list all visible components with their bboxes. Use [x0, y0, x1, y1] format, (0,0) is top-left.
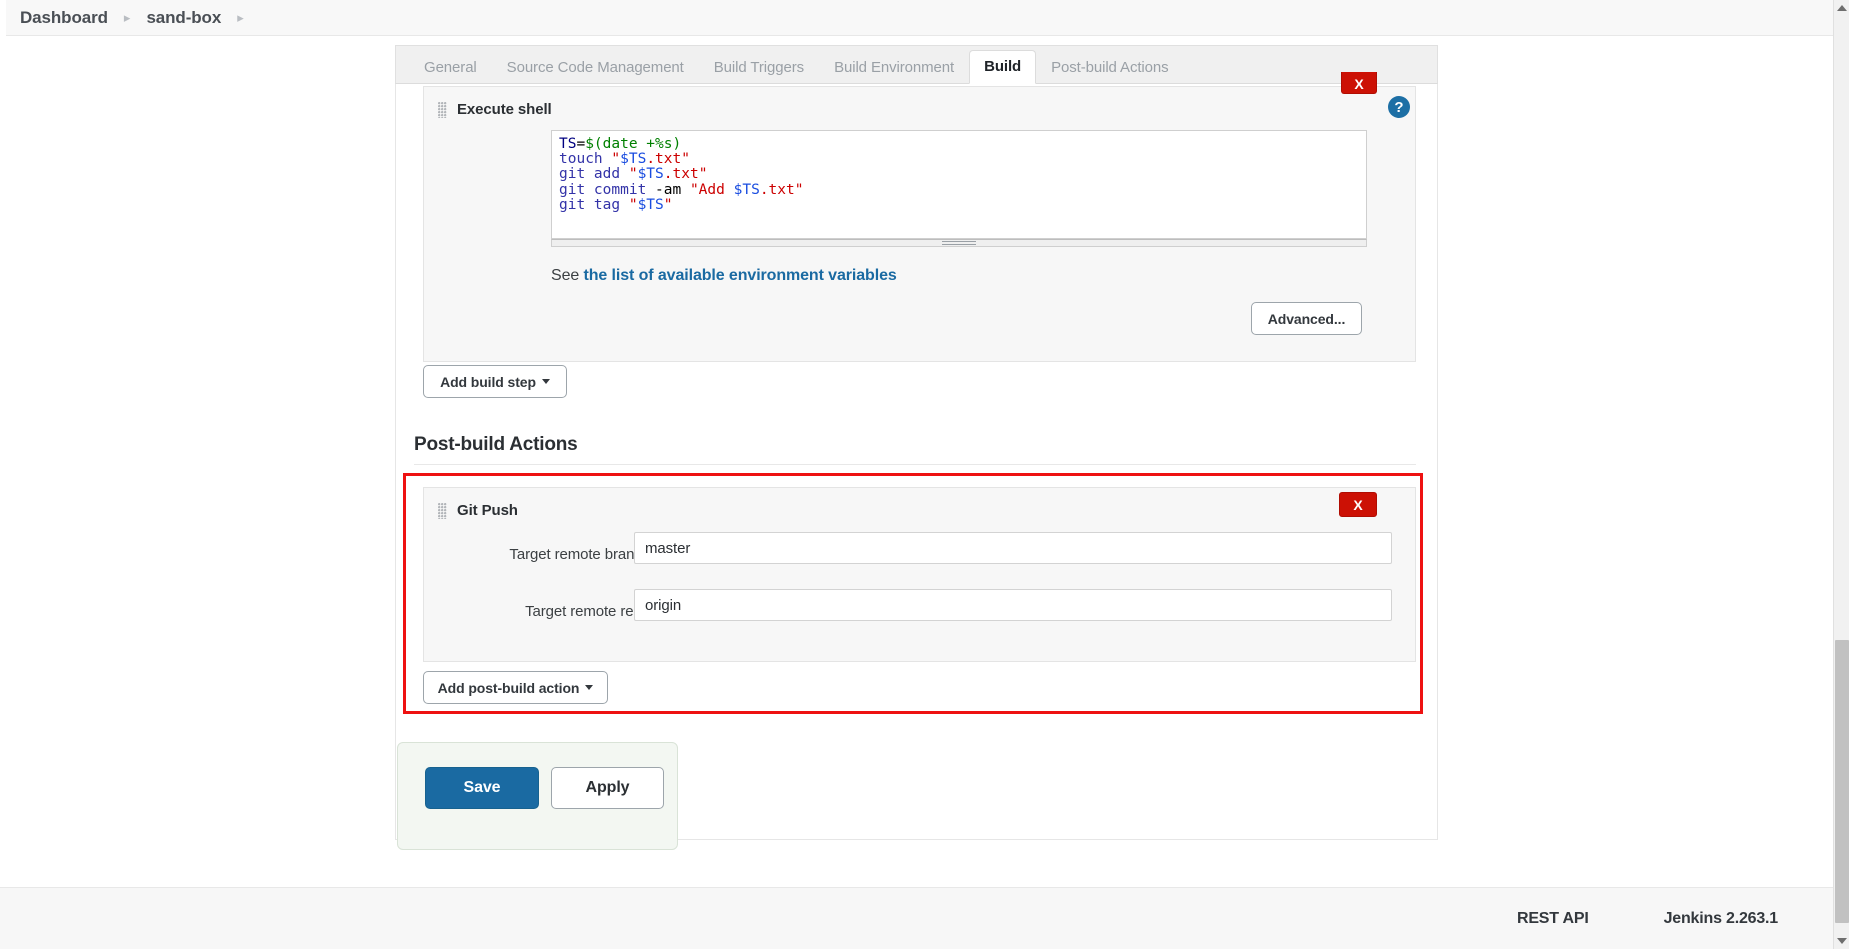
breadcrumb: Dashboard ▸ sand-box ▸ — [0, 0, 1833, 36]
drag-handle-icon[interactable] — [438, 101, 447, 118]
command-code: TS=$(date +%s) touch "$TS.txt" git add "… — [559, 136, 804, 213]
breadcrumb-left-edge — [0, 0, 6, 36]
delete-build-step-button[interactable]: X — [1341, 72, 1377, 94]
tab-source-code-management[interactable]: Source Code Management — [492, 51, 699, 84]
target-remote-repo-label: Target remote repo — [525, 603, 650, 620]
tab-build-triggers[interactable]: Build Triggers — [699, 51, 819, 84]
scroll-down-arrow-icon[interactable] — [1837, 938, 1847, 944]
chevron-right-icon: ▸ — [123, 10, 131, 25]
help-icon[interactable]: ? — [1388, 96, 1410, 118]
advanced-button[interactable]: Advanced... — [1251, 302, 1362, 335]
add-post-build-action-label: Add post-build action — [437, 679, 580, 696]
tab-post-build-actions[interactable]: Post-build Actions — [1036, 51, 1183, 84]
page-footer: REST API Jenkins 2.263.1 — [0, 887, 1833, 949]
apply-button[interactable]: Apply — [551, 767, 664, 809]
add-post-build-action-button[interactable]: Add post-build action — [423, 671, 608, 704]
chevron-down-icon-2 — [585, 685, 594, 691]
build-step-header: Execute shell — [438, 101, 552, 118]
jenkins-job-config-page: Dashboard ▸ sand-box ▸ General Source Co… — [0, 0, 1849, 949]
chevron-right-icon-2[interactable]: ▸ — [237, 11, 244, 24]
tab-build[interactable]: Build — [969, 50, 1037, 84]
command-input[interactable]: TS=$(date +%s) touch "$TS.txt" git add "… — [551, 130, 1367, 239]
section-divider — [414, 464, 1416, 465]
rest-api-link[interactable]: REST API — [1517, 910, 1589, 928]
add-build-step-button[interactable]: Add build step — [423, 365, 567, 398]
config-tab-bar: General Source Code Management Build Tri… — [395, 45, 1438, 84]
save-button[interactable]: Save — [425, 767, 539, 809]
post-build-actions-heading: Post-build Actions — [414, 434, 578, 455]
target-remote-branch-input[interactable] — [634, 532, 1392, 564]
drag-handle-icon-2[interactable] — [438, 502, 447, 519]
post-build-action-git-push: Git Push — [423, 487, 1416, 662]
environment-variables-hint: See the list of available environment va… — [551, 267, 897, 285]
resize-grip-icon[interactable] — [942, 241, 976, 245]
tab-build-environment[interactable]: Build Environment — [819, 51, 969, 84]
build-step-title: Execute shell — [457, 101, 552, 118]
textarea-resize-bar[interactable] — [551, 239, 1367, 247]
page-scrollbar[interactable] — [1833, 0, 1849, 949]
target-remote-branch-label: Target remote branch — [509, 546, 650, 563]
breadcrumb-item-sand-box[interactable]: sand-box — [146, 8, 221, 28]
git-push-header: Git Push — [438, 502, 518, 519]
breadcrumb-item-dashboard[interactable]: Dashboard — [20, 8, 108, 28]
jenkins-version-label: Jenkins 2.263.1 — [1663, 909, 1779, 927]
environment-variables-link[interactable]: the list of available environment variab… — [584, 267, 897, 284]
env-vars-prefix: See — [551, 267, 584, 284]
add-build-step-label: Add build step — [440, 373, 536, 390]
tab-general[interactable]: General — [409, 51, 492, 84]
chevron-down-icon — [541, 379, 550, 385]
scroll-up-arrow-icon[interactable] — [1837, 5, 1847, 11]
scroll-thumb[interactable] — [1835, 640, 1849, 923]
delete-post-build-action-button[interactable]: X — [1339, 492, 1377, 517]
target-remote-repo-input[interactable] — [634, 589, 1392, 621]
git-push-title: Git Push — [457, 502, 518, 519]
